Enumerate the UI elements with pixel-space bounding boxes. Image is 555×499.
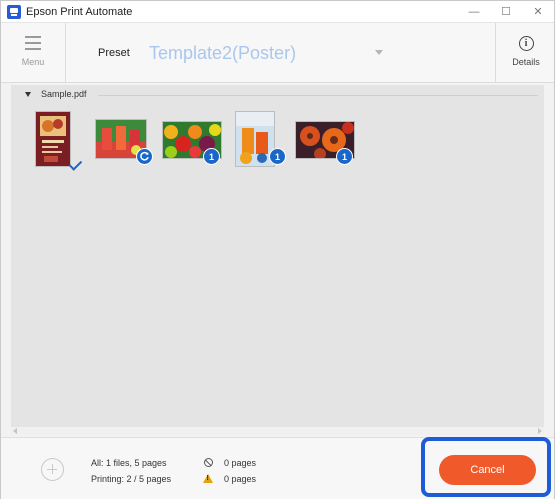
page-count-badge: 1	[269, 148, 286, 165]
toolbar-divider	[495, 23, 496, 83]
window-title: Epson Print Automate	[26, 5, 133, 18]
details-label: Details	[512, 57, 540, 67]
window-controls: — ☐ ✕	[458, 1, 554, 23]
preset-dropdown[interactable]: Template2(Poster)	[149, 40, 399, 66]
chevron-down-icon	[375, 50, 383, 55]
close-button[interactable]: ✕	[522, 1, 554, 23]
skipped-ban-icon	[204, 458, 213, 467]
info-icon: i	[518, 36, 534, 51]
hamburger-icon	[25, 36, 41, 50]
collapse-triangle-icon	[25, 91, 31, 97]
app-window: Epson Print Automate — ☐ ✕ Menu Preset T…	[0, 0, 555, 499]
scroll-right-icon[interactable]	[538, 428, 542, 434]
app-printer-icon	[7, 4, 21, 19]
job-list-panel: Sample.pdf 1 1 1	[11, 85, 544, 427]
toolbar-divider	[65, 23, 66, 83]
file-group-header[interactable]: Sample.pdf	[25, 89, 87, 99]
horizontal-scrollbar[interactable]	[11, 427, 544, 435]
menu-button[interactable]: Menu	[11, 29, 55, 77]
toolbar: Menu Preset Template2(Poster) i Details	[1, 23, 554, 83]
all-files-count: All: 1 files, 5 pages	[91, 458, 167, 468]
page-thumbnail[interactable]	[35, 111, 71, 167]
minimize-button[interactable]: —	[458, 1, 490, 23]
menu-label: Menu	[21, 57, 45, 67]
preset-value: Template2(Poster)	[149, 42, 297, 63]
group-divider	[98, 95, 538, 96]
preset-label: Preset	[98, 47, 130, 59]
cancel-button[interactable]: Cancel	[439, 455, 536, 485]
check-icon	[69, 158, 85, 170]
skipped-pages-count: 0 pages	[224, 458, 257, 468]
warning-icon	[203, 474, 213, 483]
title-bar: Epson Print Automate — ☐ ✕	[1, 1, 554, 23]
details-button[interactable]: i Details	[504, 29, 548, 77]
warning-pages-count: 0 pages	[224, 474, 257, 484]
add-file-button[interactable]	[41, 458, 64, 481]
file-name: Sample.pdf	[41, 89, 87, 99]
processing-sync-icon	[136, 148, 153, 165]
maximize-button[interactable]: ☐	[490, 1, 522, 23]
page-count-badge: 1	[203, 148, 220, 165]
printing-progress: Printing: 2 / 5 pages	[91, 474, 172, 484]
page-count-badge: 1	[336, 148, 353, 165]
scroll-left-icon[interactable]	[13, 428, 17, 434]
